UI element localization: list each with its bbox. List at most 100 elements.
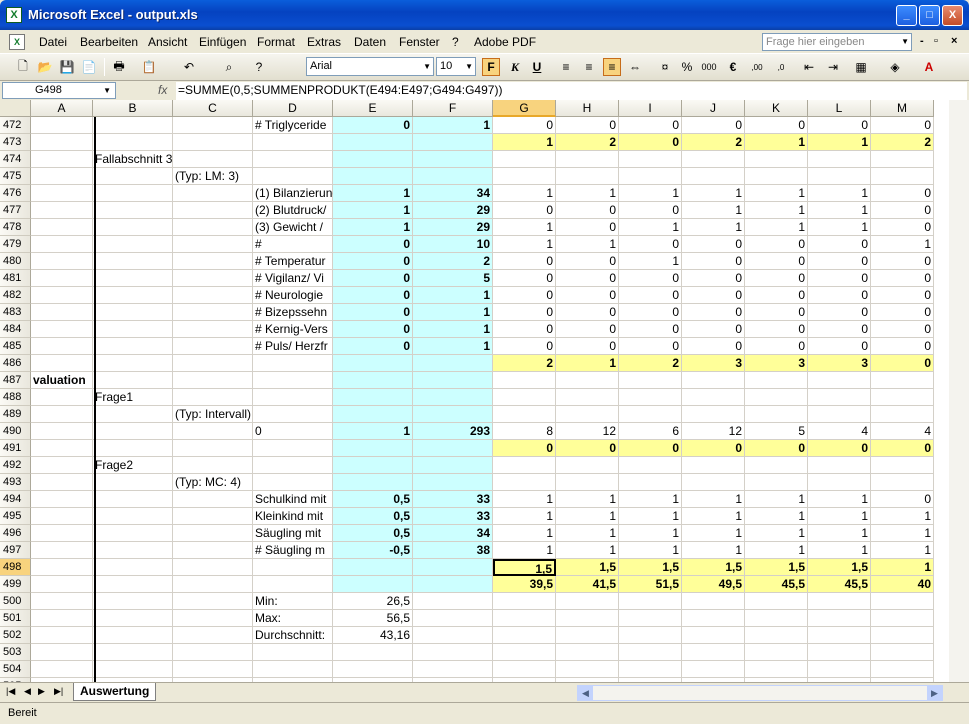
cell-b503[interactable]: [93, 644, 173, 661]
cell-h493[interactable]: [556, 474, 619, 491]
cell-f502[interactable]: [413, 627, 493, 644]
cell-h489[interactable]: [556, 406, 619, 423]
cell-d504[interactable]: [253, 661, 333, 678]
cell-j489[interactable]: [682, 406, 745, 423]
cell-g487[interactable]: [493, 372, 556, 389]
column-header-c[interactable]: C: [173, 100, 253, 117]
menu-adobe-pdf[interactable]: Adobe PDF: [474, 35, 536, 49]
cell-g501[interactable]: [493, 610, 556, 627]
cell-m482[interactable]: 0: [871, 287, 934, 304]
cell-i478[interactable]: 1: [619, 219, 682, 236]
cell-e499[interactable]: [333, 576, 413, 593]
menu-bearbeiten[interactable]: Bearbeiten: [80, 35, 138, 49]
cell-k478[interactable]: 1: [745, 219, 808, 236]
cell-g476[interactable]: 1: [493, 185, 556, 202]
cell-j493[interactable]: [682, 474, 745, 491]
cell-l481[interactable]: 0: [808, 270, 871, 287]
row-header[interactable]: 472: [0, 117, 31, 134]
row-header[interactable]: 482: [0, 287, 31, 304]
cell-b498[interactable]: [93, 559, 173, 576]
cell-c480[interactable]: [173, 253, 253, 270]
cell-a487[interactable]: valuation: [31, 372, 93, 389]
select-all-corner[interactable]: [0, 100, 31, 117]
cell-h485[interactable]: 0: [556, 338, 619, 355]
cell-f477[interactable]: 29: [413, 202, 493, 219]
cell-c502[interactable]: [173, 627, 253, 644]
cell-g484[interactable]: 0: [493, 321, 556, 338]
row-header[interactable]: 486: [0, 355, 31, 372]
cell-m492[interactable]: [871, 457, 934, 474]
cell-k491[interactable]: 0: [745, 440, 808, 457]
cell-i474[interactable]: [619, 151, 682, 168]
cell-c503[interactable]: [173, 644, 253, 661]
cell-l501[interactable]: [808, 610, 871, 627]
cell-k476[interactable]: 1: [745, 185, 808, 202]
cell-b493[interactable]: [93, 474, 173, 491]
help-search-input[interactable]: Frage hier eingeben ▼: [762, 33, 912, 51]
underline-button[interactable]: U: [528, 58, 546, 76]
cell-f493[interactable]: [413, 474, 493, 491]
cell-k496[interactable]: 1: [745, 525, 808, 542]
cell-f498[interactable]: [413, 559, 493, 576]
cell-a499[interactable]: [31, 576, 93, 593]
cell-f474[interactable]: [413, 151, 493, 168]
cell-b483[interactable]: [93, 304, 173, 321]
cell-g477[interactable]: 0: [493, 202, 556, 219]
cell-a481[interactable]: [31, 270, 93, 287]
cell-l485[interactable]: 0: [808, 338, 871, 355]
cell-g491[interactable]: 0: [493, 440, 556, 457]
vertical-scrollbar[interactable]: [949, 100, 969, 682]
cell-e485[interactable]: 0: [333, 338, 413, 355]
cell-g495[interactable]: 1: [493, 508, 556, 525]
cell-e482[interactable]: 0: [333, 287, 413, 304]
cell-g504[interactable]: [493, 661, 556, 678]
prev-sheet-icon[interactable]: ◀: [24, 686, 31, 697]
row-header[interactable]: 491: [0, 440, 31, 457]
cell-k473[interactable]: 1: [745, 134, 808, 151]
cell-l478[interactable]: 1: [808, 219, 871, 236]
cell-c500[interactable]: [173, 593, 253, 610]
cell-f496[interactable]: 34: [413, 525, 493, 542]
cell-l491[interactable]: 0: [808, 440, 871, 457]
row-header[interactable]: 493: [0, 474, 31, 491]
increase-indent-icon[interactable]: ⇥: [824, 58, 842, 76]
cell-c492[interactable]: [173, 457, 253, 474]
cell-l472[interactable]: 0: [808, 117, 871, 134]
cell-k495[interactable]: 1: [745, 508, 808, 525]
menu-ansicht[interactable]: Ansicht: [148, 35, 187, 49]
cell-a485[interactable]: [31, 338, 93, 355]
cell-e487[interactable]: [333, 372, 413, 389]
cell-k481[interactable]: 0: [745, 270, 808, 287]
cell-j482[interactable]: 0: [682, 287, 745, 304]
cell-c475[interactable]: (Typ: LM: 3): [173, 168, 253, 185]
cell-d485[interactable]: # Puls/ Herzfr: [253, 338, 333, 355]
cell-b477[interactable]: [93, 202, 173, 219]
column-header-g[interactable]: G: [493, 100, 556, 117]
cell-d501[interactable]: Max:: [253, 610, 333, 627]
cell-i500[interactable]: [619, 593, 682, 610]
cell-j484[interactable]: 0: [682, 321, 745, 338]
cell-h480[interactable]: 0: [556, 253, 619, 270]
horizontal-scrollbar[interactable]: ◀ ▶: [577, 685, 943, 701]
cell-h502[interactable]: [556, 627, 619, 644]
row-header[interactable]: 488: [0, 389, 31, 406]
maximize-button[interactable]: □: [919, 5, 940, 26]
cell-m500[interactable]: [871, 593, 934, 610]
cell-d498[interactable]: [253, 559, 333, 576]
cell-h495[interactable]: 1: [556, 508, 619, 525]
cell-m489[interactable]: [871, 406, 934, 423]
cell-i493[interactable]: [619, 474, 682, 491]
row-header[interactable]: 473: [0, 134, 31, 151]
cell-e493[interactable]: [333, 474, 413, 491]
first-sheet-icon[interactable]: |◀: [6, 686, 15, 697]
cell-m478[interactable]: 0: [871, 219, 934, 236]
row-header[interactable]: 503: [0, 644, 31, 661]
cell-b500[interactable]: [93, 593, 173, 610]
align-right-icon[interactable]: ≡: [603, 58, 621, 76]
cell-c476[interactable]: [173, 185, 253, 202]
cell-j502[interactable]: [682, 627, 745, 644]
cell-g479[interactable]: 1: [493, 236, 556, 253]
cell-g499[interactable]: 39,5: [493, 576, 556, 593]
cell-f491[interactable]: [413, 440, 493, 457]
cell-j483[interactable]: 0: [682, 304, 745, 321]
